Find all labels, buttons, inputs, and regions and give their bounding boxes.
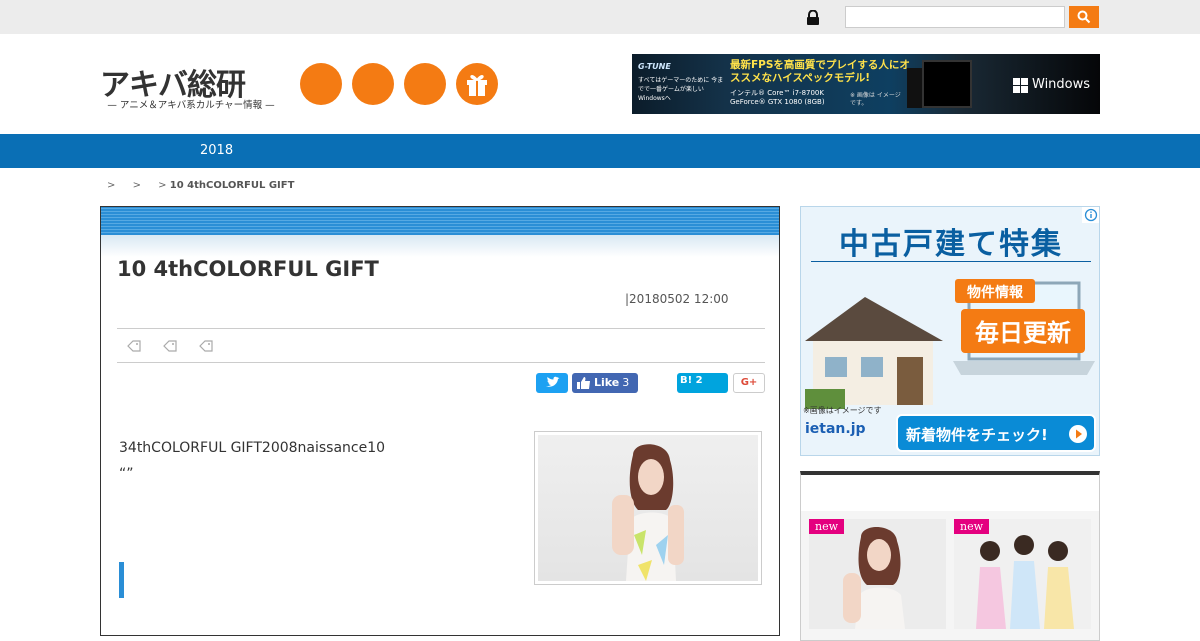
breadcrumb-separator: > xyxy=(158,180,167,191)
twitter-icon xyxy=(546,376,560,387)
new-article-thumb[interactable]: new xyxy=(809,519,946,629)
tag-icon[interactable] xyxy=(127,340,141,352)
breadcrumb: > > > 10 4thCOLORFUL GIFT xyxy=(107,180,294,191)
windows-logo-icon xyxy=(1013,78,1028,93)
gtune-banner-ad[interactable]: G-TUNE すべてはゲーマーのために 今までで一番ゲームが楽しい Window… xyxy=(632,54,1100,114)
ad-divider xyxy=(811,261,1091,262)
facebook-like-count: 3 xyxy=(622,376,630,389)
article-card: 10 4thCOLORFUL GIFT |20180502 12:00 Like… xyxy=(100,206,780,636)
article-body-text: 34thCOLORFUL GIFT2008naissance10 xyxy=(119,440,386,456)
widget-header xyxy=(801,475,1099,511)
monitor-image xyxy=(922,60,972,108)
ad-badge-main: 毎日更新 xyxy=(975,319,1071,347)
search-icon xyxy=(1077,10,1091,24)
thumbs-up-icon xyxy=(577,377,590,389)
banner-windows-label: Windows xyxy=(1032,77,1091,92)
orange-circle-icon[interactable] xyxy=(300,63,342,105)
ad-check-button[interactable]: 新着物件をチェック! xyxy=(896,414,1096,452)
top-bar xyxy=(0,0,1200,34)
googleplus-label: G+ xyxy=(740,377,758,388)
facebook-like-button[interactable]: Like 3 xyxy=(572,373,638,393)
article-title: 10 4thCOLORFUL GIFT xyxy=(117,257,379,281)
article-body: 34thCOLORFUL GIFT2008naissance10 “” xyxy=(119,435,385,487)
banner-specs: インテル® Core™ i7-8700K GeForce® GTX 1080 (… xyxy=(730,89,825,106)
hatena-count: 2 xyxy=(695,375,703,386)
orange-circle-icon[interactable] xyxy=(352,63,394,105)
banner-brand: G-TUNE xyxy=(638,62,671,71)
article-photo[interactable] xyxy=(534,431,762,585)
section-heading-bar xyxy=(119,562,124,598)
facebook-like-label: Like xyxy=(594,376,620,389)
search-input[interactable] xyxy=(845,6,1065,28)
orange-circle-icon[interactable] xyxy=(404,63,446,105)
play-arrow-icon xyxy=(1069,425,1087,443)
banner-tagline: すべてはゲーマーのために 今までで一番ゲームが楽しい Windowsへ xyxy=(638,77,724,102)
nav-item-year[interactable]: 2018 xyxy=(200,143,233,158)
banner-headline: 最新FPSを高画質でプレイする人にオススメなハイスペックモデル! xyxy=(730,59,910,84)
article-date: |20180502 12:00 xyxy=(625,292,729,306)
twitter-share-button[interactable] xyxy=(536,373,568,393)
divider xyxy=(117,362,765,363)
new-articles-widget: new new xyxy=(800,471,1100,641)
laptop-image: 物件情報 毎日更新 xyxy=(953,279,1095,375)
hatena-bookmark-button[interactable]: B! 2 xyxy=(677,373,728,393)
thumb-image xyxy=(954,519,1091,629)
new-badge: new xyxy=(954,519,990,534)
lock-icon[interactable] xyxy=(806,10,820,25)
main-nav: 2018 xyxy=(0,134,1200,168)
site-logo[interactable]: アキバ総研 — アニメ＆アキバ系カルチャー情報 — xyxy=(100,60,282,115)
artist-photo-image xyxy=(538,435,758,581)
thumb-image xyxy=(809,519,946,629)
new-badge: new xyxy=(809,519,845,534)
ietan-logo: ietan.jp xyxy=(805,421,866,437)
ad-button-label: 新着物件をチェック! xyxy=(906,426,1048,444)
artist-figure xyxy=(612,444,684,581)
breadcrumb-current: 10 4thCOLORFUL GIFT xyxy=(169,180,295,191)
ad-note: ※画像はイメージです xyxy=(803,406,882,415)
gift-icon-glyph xyxy=(467,74,487,96)
article-header-band xyxy=(101,207,779,235)
tag-icon[interactable] xyxy=(163,340,177,352)
gift-icon[interactable] xyxy=(456,63,498,105)
new-article-thumb[interactable]: new xyxy=(954,519,1091,629)
divider xyxy=(117,328,765,329)
googleplus-share-button[interactable]: G+ xyxy=(733,373,765,393)
ad-title: 中古戸建て特集 xyxy=(839,227,1063,262)
banner-note: ※ 画像は イメージです。 xyxy=(850,92,901,107)
real-estate-ad[interactable]: 中古戸建て特集 物件情報 毎日更新 ※画像はイメージです ietan.jp 新着… xyxy=(800,206,1100,456)
house-image xyxy=(805,297,943,409)
logo-subtitle: — アニメ＆アキバ系カルチャー情報 — xyxy=(107,100,275,111)
breadcrumb-separator[interactable]: > xyxy=(133,180,141,191)
article-header-fade xyxy=(101,235,779,257)
ad-badge-label: 物件情報 xyxy=(967,284,1024,301)
hatena-label: B! xyxy=(680,375,693,386)
article-body-quote: “” xyxy=(119,466,134,482)
tag-icon[interactable] xyxy=(199,340,213,352)
adchoices-icon[interactable] xyxy=(1082,207,1100,223)
search-button[interactable] xyxy=(1069,6,1099,28)
breadcrumb-separator[interactable]: > xyxy=(107,180,115,191)
